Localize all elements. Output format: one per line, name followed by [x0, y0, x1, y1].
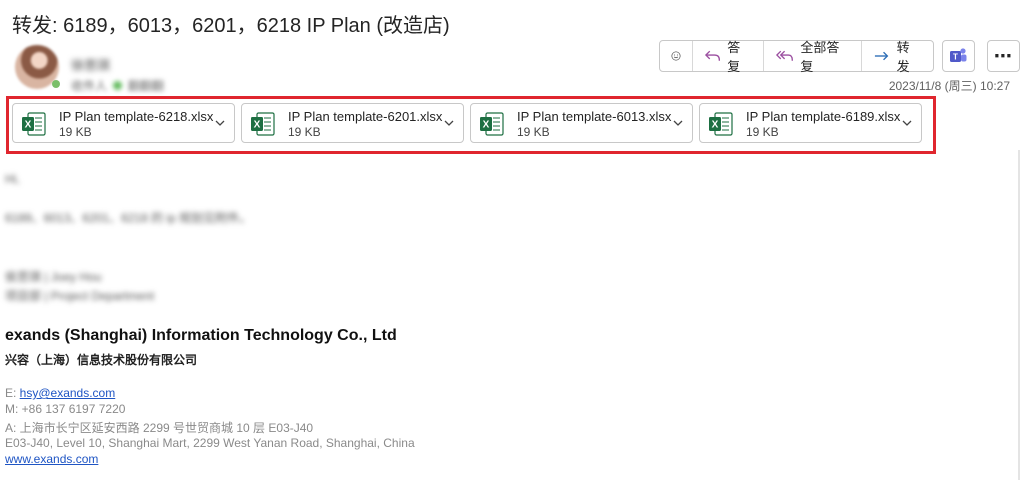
- svg-text:X: X: [712, 120, 719, 131]
- recipient-status-icon: [113, 81, 123, 90]
- sent-date: 2023/11/8 (周三) 10:27: [888, 79, 1010, 93]
- attachment-card[interactable]: X IP Plan template-6201.xlsx 19 KB: [241, 103, 464, 143]
- teams-button[interactable]: T: [941, 40, 975, 72]
- presence-indicator: [52, 80, 60, 88]
- svg-text:X: X: [254, 120, 261, 131]
- email-link[interactable]: hsy@exands.com: [20, 386, 116, 400]
- chevron-down-icon[interactable]: [672, 118, 684, 128]
- recipient-label: 收件人: [71, 79, 108, 93]
- attachment-filename: IP Plan template-6013.xlsx: [517, 109, 672, 124]
- email-subject: 转发: 6189，6013，6201，6218 IP Plan (改造店): [12, 15, 450, 37]
- excel-icon: X: [480, 112, 504, 136]
- attachment-size: 19 KB: [746, 125, 779, 139]
- teams-icon: T: [950, 48, 967, 62]
- attachment-card[interactable]: X IP Plan template-6218.xlsx 19 KB: [12, 103, 235, 143]
- attachments-highlight: X IP Plan template-6218.xlsx 19 KB X IP …: [6, 96, 936, 154]
- signature-address-en: E03-J40, Level 10, Shanghai Mart, 2299 W…: [5, 436, 415, 450]
- svg-text:T: T: [953, 53, 958, 62]
- recipient-name: 翻翻翻: [128, 79, 165, 93]
- signature-email-line: E: hsy@exands.com: [5, 386, 115, 400]
- body-greeting: Hi,: [5, 172, 20, 186]
- reply-all-button[interactable]: 全部答复: [763, 40, 861, 74]
- message-actions: 答复 全部答复 转发 T ⋯: [659, 40, 1020, 74]
- more-icon: ⋯: [993, 45, 1013, 66]
- attachment-size: 19 KB: [59, 125, 92, 139]
- reply-all-label: 全部答复: [800, 40, 840, 74]
- recipient-line: 收件人 翻翻翻: [71, 77, 164, 94]
- excel-icon: X: [22, 112, 46, 136]
- signature-company-cn: 兴容（上海）信息技术股份有限公司: [5, 353, 198, 367]
- svg-text:X: X: [25, 120, 32, 131]
- reply-icon: [704, 50, 721, 61]
- forward-label: 转发: [896, 40, 910, 74]
- chevron-down-icon[interactable]: [901, 118, 913, 128]
- signature-address-cn: A: 上海市长宁区延安西路 2299 号世贸商城 10 层 E03-J40: [5, 421, 314, 435]
- website-link[interactable]: www.exands.com: [5, 452, 98, 466]
- email-label: E:: [5, 386, 20, 400]
- attachment-size: 19 KB: [517, 125, 550, 139]
- attachment-filename: IP Plan template-6189.xlsx: [746, 109, 901, 124]
- chevron-down-icon[interactable]: [214, 118, 226, 128]
- reaction-button[interactable]: [660, 41, 692, 71]
- body-sig-dept: 项目部 | Project Department: [5, 289, 155, 303]
- more-actions-button[interactable]: ⋯: [986, 40, 1020, 72]
- svg-text:X: X: [483, 120, 490, 131]
- forward-icon: [875, 51, 889, 61]
- forward-button[interactable]: 转发: [861, 40, 932, 74]
- excel-icon: X: [251, 112, 275, 136]
- attachment-filename: IP Plan template-6218.xlsx: [59, 109, 214, 124]
- chevron-down-icon[interactable]: [443, 118, 455, 128]
- body-text: 6189、6013、6201、6218 的 ip 规划见附件。: [5, 211, 252, 225]
- action-group: 答复 全部答复 转发: [659, 40, 934, 74]
- body-sig-name: 侯思琪 | Joey Hou: [5, 270, 102, 284]
- excel-icon: X: [709, 112, 733, 136]
- signature-company: exands (Shanghai) Information Technology…: [5, 327, 397, 344]
- reply-button[interactable]: 答复: [692, 40, 763, 74]
- sender-name[interactable]: 徐思琪: [71, 55, 110, 74]
- smiley-icon: [671, 51, 681, 61]
- signature-mobile: M: +86 137 6197 7220: [5, 402, 126, 416]
- attachment-card[interactable]: X IP Plan template-6189.xlsx 19 KB: [699, 103, 922, 143]
- attachment-card[interactable]: X IP Plan template-6013.xlsx 19 KB: [470, 103, 693, 143]
- attachment-filename: IP Plan template-6201.xlsx: [288, 109, 443, 124]
- attachment-size: 19 KB: [288, 125, 321, 139]
- reply-all-icon: [776, 50, 794, 61]
- reply-label: 答复: [727, 40, 741, 74]
